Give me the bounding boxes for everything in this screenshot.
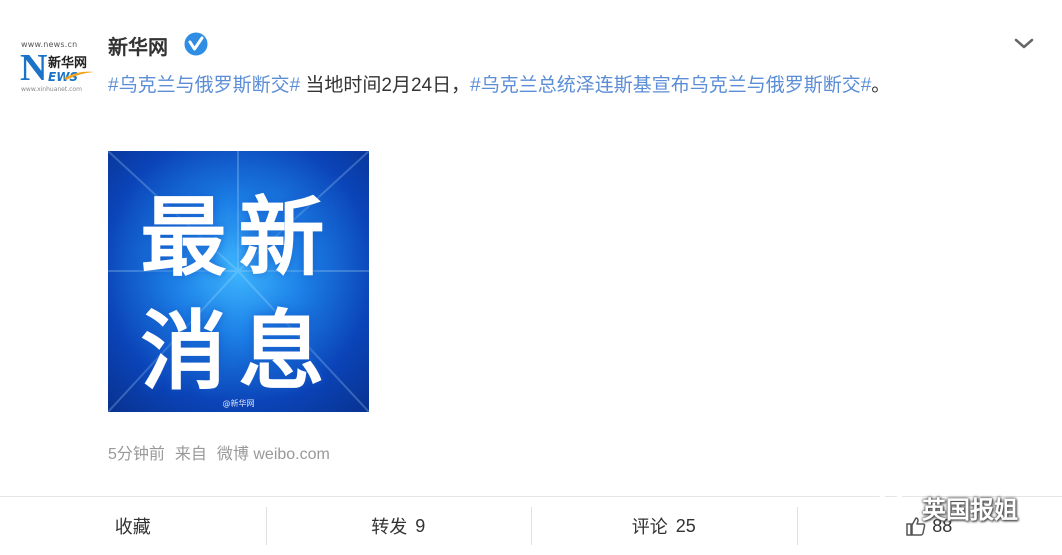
- image-watermark: @新华网: [108, 398, 369, 409]
- image-headline-line1: 最新: [108, 167, 369, 292]
- favorite-button[interactable]: 收藏: [0, 497, 266, 555]
- wechat-watermark: 英国报姐: [874, 490, 1018, 525]
- source-link[interactable]: 微博 weibo.com: [217, 446, 330, 463]
- verified-badge-icon: [183, 31, 209, 57]
- post-body-text: 当地时间2月24日，: [300, 75, 470, 96]
- repost-count: 9: [415, 516, 425, 537]
- post-end-text: 。: [871, 75, 890, 96]
- wechat-icon: [874, 491, 918, 525]
- avatar-sub-text: www.xinhuanet.com: [21, 86, 82, 93]
- comment-button[interactable]: 评论 25: [531, 497, 797, 555]
- avatar[interactable]: www.news.cn N 新华网 EWS www.xinhuanet.com: [18, 38, 94, 96]
- hashtag-link[interactable]: #乌克兰与俄罗斯断交#: [108, 75, 300, 96]
- image-headline-line2: 消息: [108, 281, 369, 406]
- weibo-post-card: www.news.cn N 新华网 EWS www.xinhuanet.com …: [0, 0, 1062, 554]
- watermark-text: 英国报姐: [922, 490, 1018, 525]
- post-meta: 5分钟前来自微博 weibo.com: [108, 440, 340, 464]
- post-time[interactable]: 5分钟前: [108, 446, 165, 463]
- source-prefix: 来自: [175, 446, 207, 463]
- author-name[interactable]: 新华网: [108, 31, 168, 60]
- post-text: #乌克兰与俄罗斯断交# 当地时间2月24日，#乌克兰总统泽连斯基宣布乌克兰与俄罗…: [108, 72, 1038, 100]
- repost-label: 转发: [371, 513, 407, 539]
- chevron-down-icon[interactable]: [1012, 36, 1036, 52]
- avatar-swoosh-icon: [64, 68, 94, 80]
- avatar-n-letter: N: [20, 48, 47, 88]
- favorite-label: 收藏: [115, 513, 151, 539]
- comment-count: 25: [676, 516, 696, 537]
- comment-label: 评论: [632, 513, 668, 539]
- hashtag-link[interactable]: #乌克兰总统泽连斯基宣布乌克兰与俄罗斯断交#: [470, 75, 871, 96]
- post-image[interactable]: 最新 消息 @新华网: [108, 151, 369, 412]
- repost-button[interactable]: 转发 9: [266, 497, 532, 555]
